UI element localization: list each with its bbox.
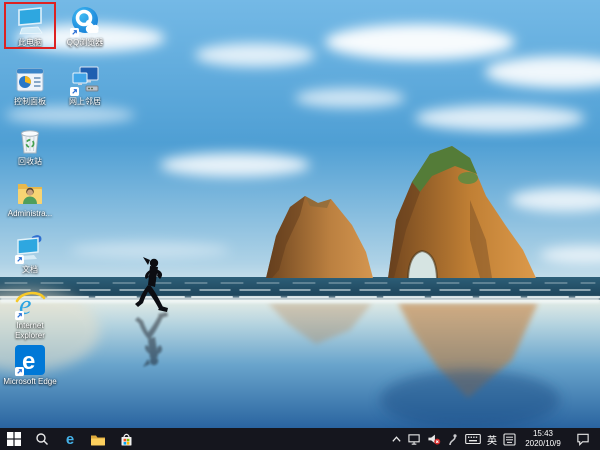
action-center-icon — [576, 432, 590, 446]
windows-desktop: 此电脑 QQ浏览器 — [0, 0, 600, 450]
network-icon — [408, 433, 421, 446]
user-folder-icon — [14, 176, 46, 208]
windows-logo-icon — [7, 432, 21, 446]
network-tray-button[interactable] — [408, 428, 421, 450]
ime-toolbar-button[interactable] — [503, 428, 516, 450]
volume-muted-button[interactable] — [427, 428, 441, 450]
shortcut-arrow-icon — [15, 311, 24, 320]
qq-browser-icon — [69, 5, 101, 37]
desktop-icon-qq-browser[interactable]: QQ浏览器 — [58, 5, 112, 48]
icon-label: 控制面板 — [3, 97, 57, 107]
system-tray: 英 15:43 2020/10/9 — [391, 428, 600, 450]
taskbar-edge-button[interactable]: e — [56, 428, 84, 450]
audio-jack-button[interactable] — [447, 428, 459, 450]
taskbar: e — [0, 428, 600, 450]
svg-text:e: e — [22, 348, 35, 375]
desktop-icon-microsoft-edge[interactable]: e Microsoft Edge — [3, 344, 57, 387]
desktop-icon-internet-explorer[interactable]: e Internet Explorer — [3, 288, 57, 340]
desktop-icon-network-places[interactable]: 网上邻居 — [58, 64, 112, 107]
icon-label: Internet Explorer — [3, 321, 57, 340]
speaker-muted-icon — [427, 433, 441, 446]
action-center-button[interactable] — [570, 428, 596, 450]
clock-date: 2020/10/9 — [522, 439, 564, 449]
keyboard-icon — [465, 433, 481, 445]
file-explorer-button[interactable] — [84, 428, 112, 450]
icon-label: Microsoft Edge — [3, 377, 57, 387]
desktop-icon-admin-folder[interactable]: Administra... — [3, 176, 57, 219]
taskbar-clock[interactable]: 15:43 2020/10/9 — [522, 429, 564, 449]
microsoft-edge-icon: e — [14, 344, 46, 376]
documents-icon — [14, 232, 46, 264]
edge-icon: e — [66, 431, 74, 448]
network-places-icon — [69, 64, 101, 96]
desktop-icon-control-panel[interactable]: 控制面板 — [3, 64, 57, 107]
icon-label: 回收站 — [3, 157, 57, 167]
microsoft-store-icon — [119, 432, 134, 447]
shortcut-arrow-icon — [70, 87, 79, 96]
shortcut-arrow-icon — [15, 367, 24, 376]
audio-jack-icon — [447, 433, 459, 446]
start-button[interactable] — [0, 428, 28, 450]
chevron-up-icon — [391, 434, 402, 445]
clock-time: 15:43 — [522, 429, 564, 439]
desktop-icon-recycle-bin[interactable]: 回收站 — [3, 124, 57, 167]
shortcut-arrow-icon — [70, 28, 79, 37]
shortcut-arrow-icon — [15, 255, 24, 264]
icon-label: Administra... — [3, 209, 57, 219]
touch-keyboard-button[interactable] — [465, 428, 481, 450]
icon-label: 文档 — [3, 265, 57, 275]
internet-explorer-icon: e — [14, 288, 46, 320]
ime-language-button[interactable]: 英 — [487, 428, 497, 450]
store-button[interactable] — [112, 428, 140, 450]
icon-label: QQ浏览器 — [58, 38, 112, 48]
recycle-bin-icon — [14, 124, 46, 156]
desktop-icon-documents[interactable]: 文档 — [3, 232, 57, 275]
icon-label: 网上邻居 — [58, 97, 112, 107]
ime-toolbar-icon — [503, 433, 516, 446]
hidden-icons-button[interactable] — [391, 428, 402, 450]
folder-icon — [90, 432, 106, 447]
search-icon — [35, 432, 49, 446]
control-panel-icon — [14, 64, 46, 96]
selection-box — [4, 2, 56, 49]
search-button[interactable] — [28, 428, 56, 450]
